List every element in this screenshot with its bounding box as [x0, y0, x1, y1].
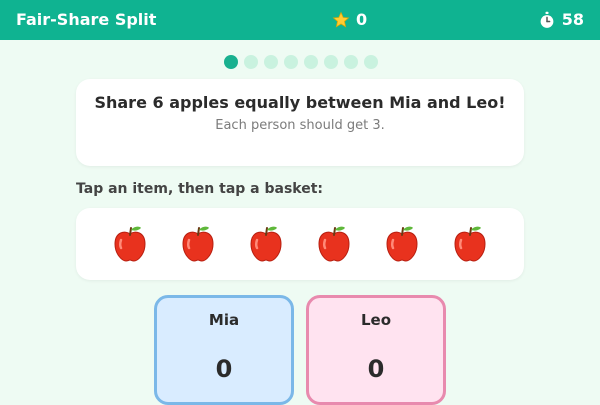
- star-icon: [332, 11, 350, 29]
- progress-dot: [324, 55, 338, 69]
- apple-icon[interactable]: [452, 225, 488, 263]
- basket-leo[interactable]: Leo 0: [306, 295, 446, 405]
- progress-dot: [364, 55, 378, 69]
- basket-count: 0: [215, 355, 233, 383]
- items-tray: [76, 208, 524, 280]
- app-title: Fair-Share Split: [16, 10, 157, 29]
- top-bar: Fair-Share Split 0 58: [0, 0, 600, 40]
- apple-icon[interactable]: [316, 225, 352, 263]
- score-value: 0: [356, 10, 368, 29]
- apple-icon[interactable]: [180, 225, 216, 263]
- progress-dots: [224, 55, 378, 69]
- basket-mia[interactable]: Mia 0: [154, 295, 294, 405]
- prompt-title: Share 6 apples equally between Mia and L…: [94, 93, 506, 112]
- progress-dot: [284, 55, 298, 69]
- basket-name: Mia: [208, 311, 240, 329]
- stopwatch-icon: [538, 11, 556, 29]
- basket-name: Leo: [360, 311, 392, 329]
- progress-dot: [224, 55, 238, 69]
- apple-icon[interactable]: [112, 225, 148, 263]
- apple-icon[interactable]: [248, 225, 284, 263]
- progress-dot: [344, 55, 358, 69]
- progress-dot: [244, 55, 258, 69]
- prompt-card: Share 6 apples equally between Mia and L…: [76, 79, 524, 166]
- instruction-text: Tap an item, then tap a basket:: [76, 181, 324, 197]
- progress-dot: [304, 55, 318, 69]
- timer-display: 58: [538, 10, 584, 29]
- basket-count: 0: [367, 355, 385, 383]
- prompt-subtitle: Each person should get 3.: [215, 118, 385, 133]
- progress-dot: [264, 55, 278, 69]
- apple-icon[interactable]: [384, 225, 420, 263]
- timer-value: 58: [561, 10, 584, 29]
- score-display: 0: [332, 10, 367, 29]
